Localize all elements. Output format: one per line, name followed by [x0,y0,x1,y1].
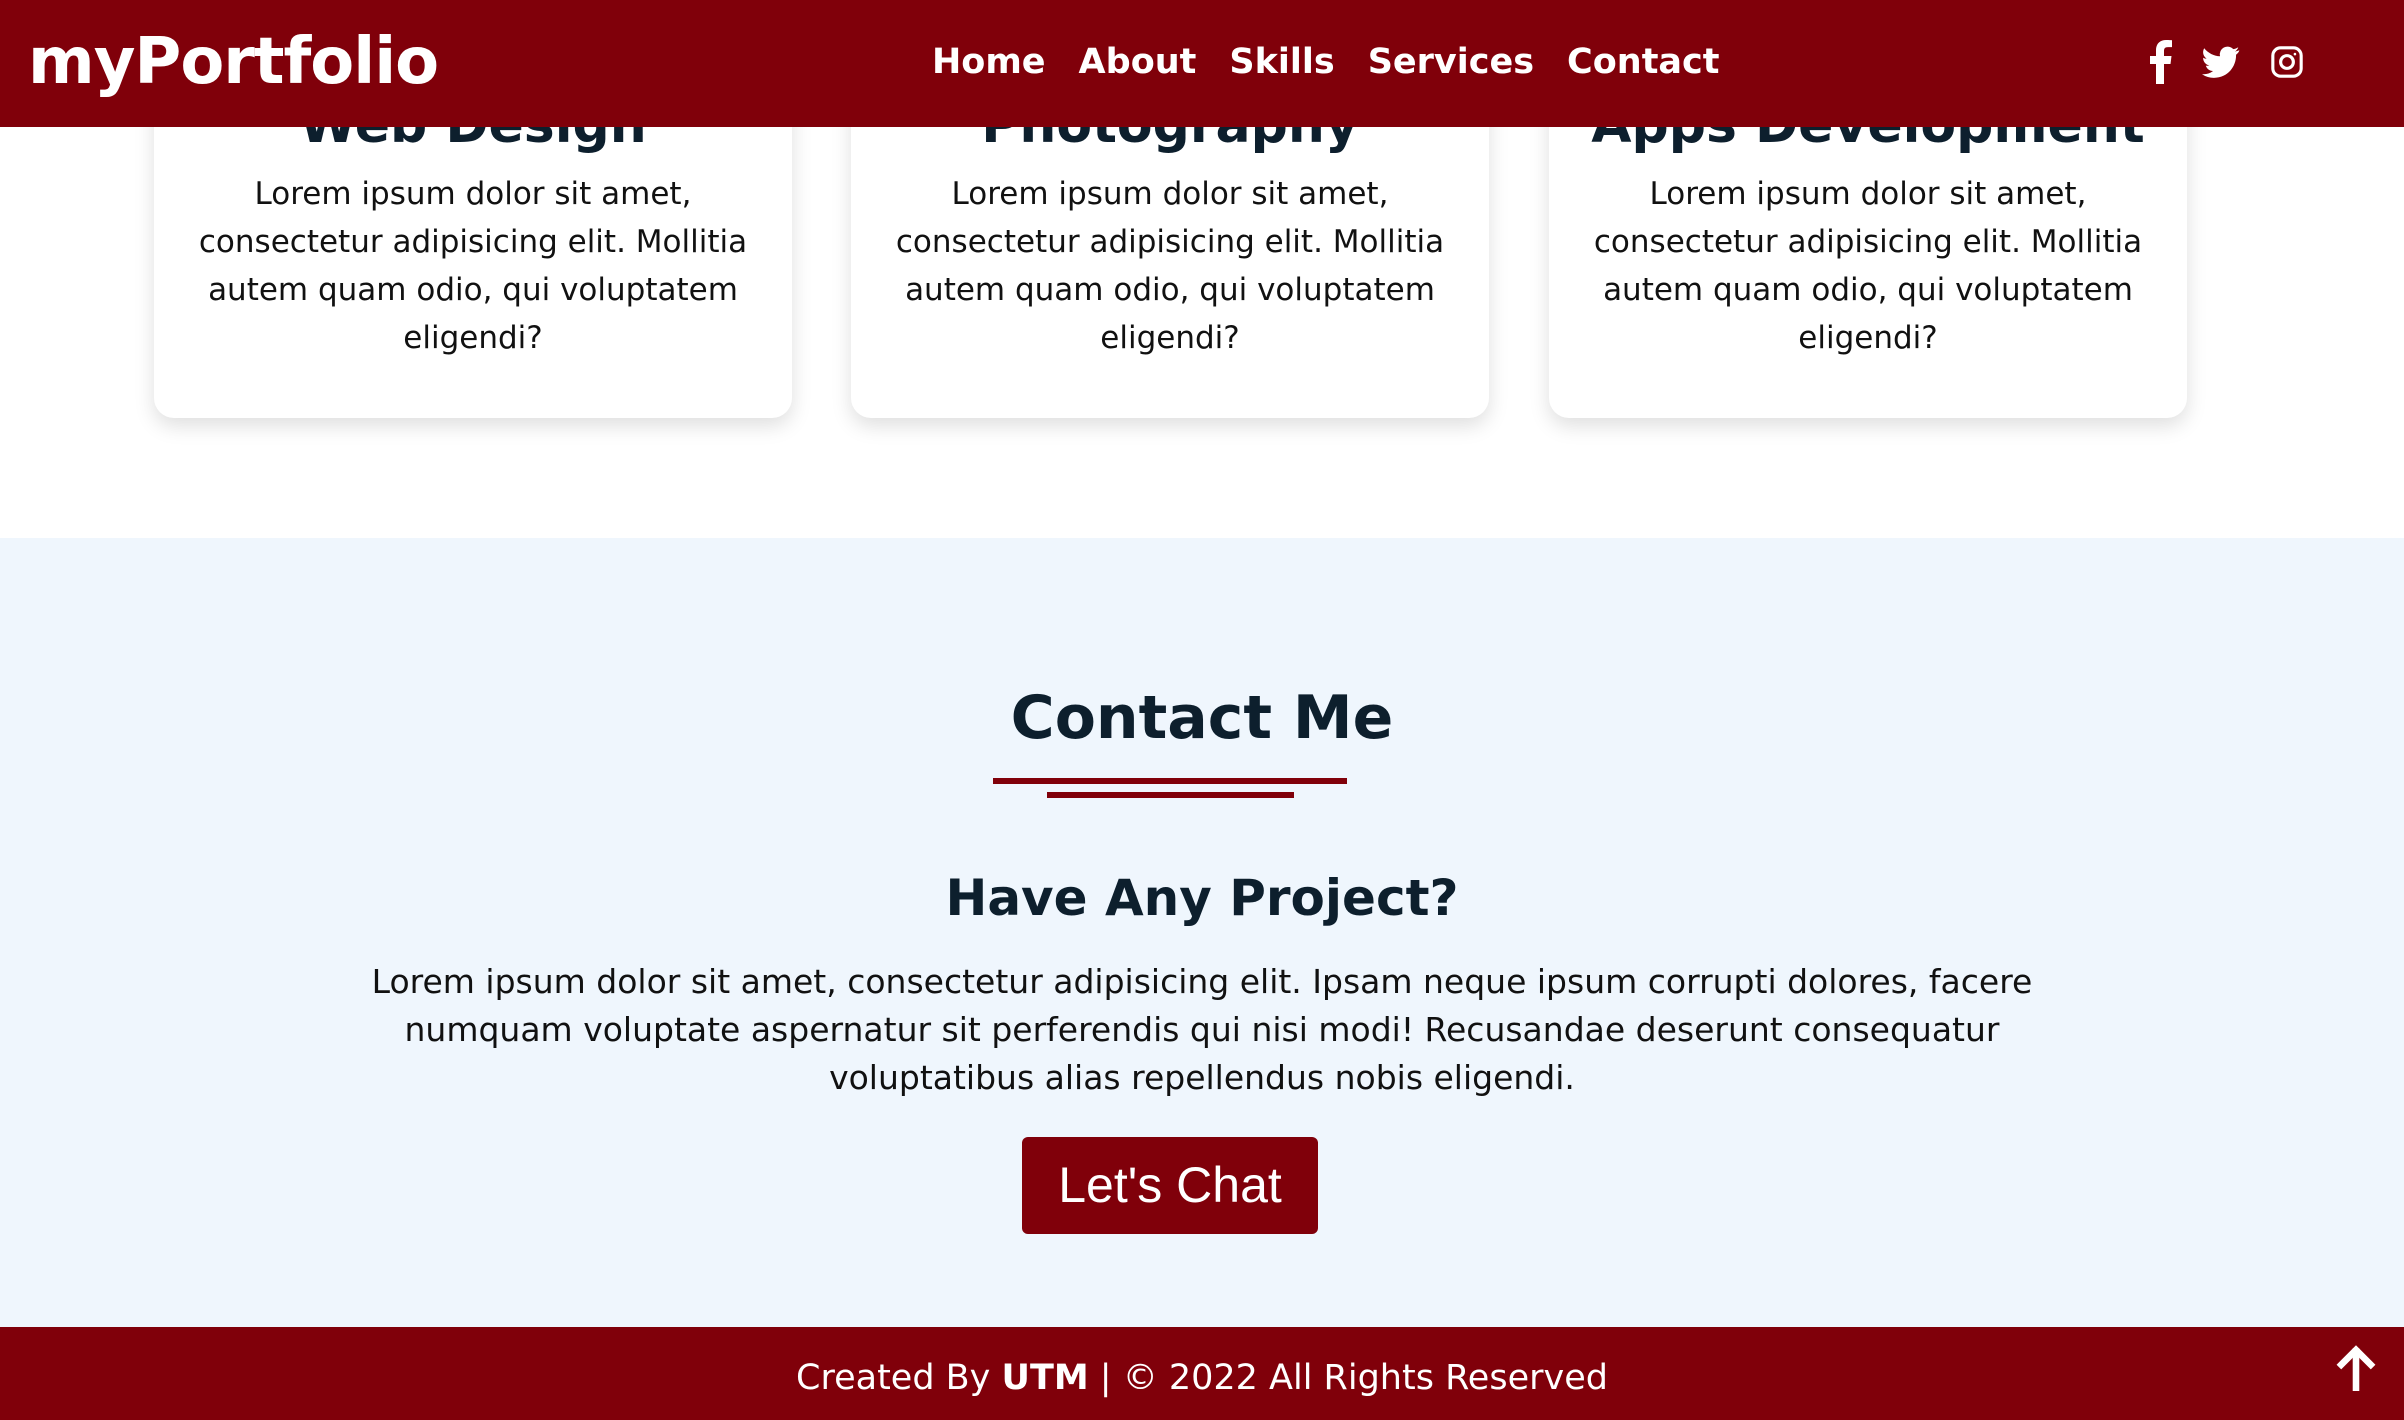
contact-subheading: Have Any Project? [945,869,1459,927]
service-card-text: Lorem ipsum dolor sit amet, consectetur … [895,176,1445,356]
nav-item: About [1079,36,1197,88]
service-card-text: Lorem ipsum dolor sit amet, consectetur … [1593,176,2143,356]
instagram-icon[interactable] [2270,40,2304,84]
nav-link-about[interactable]: About [1079,36,1197,88]
nav-item: Skills [1229,36,1334,88]
nav-link-home[interactable]: Home [932,36,1046,88]
footer-author: UTM [1001,1358,1089,1398]
section-title: Contact Me [1010,683,1394,753]
footer-prefix: Created By [796,1358,1002,1398]
nav-link-services[interactable]: Services [1368,36,1534,88]
nav-link-skills[interactable]: Skills [1229,36,1334,88]
contact-text: Lorem ipsum dolor sit amet, consectetur … [371,962,2033,1097]
footer-suffix: | © 2022 All Rights Reserved [1088,1358,1608,1398]
logo[interactable]: myPortfolio [28,22,439,102]
title-underline [1047,792,1294,798]
service-card-text: Lorem ipsum dolor sit amet, consectetur … [198,176,748,356]
lets-chat-button[interactable]: Let's Chat [1022,1137,1318,1234]
contact-section: Contact Me Have Any Project? Lorem ipsum… [0,538,2404,1327]
navbar: myPortfolio Home About Skills Services C… [0,0,2404,127]
footer: Created By UTM | © 2022 All Rights Reser… [0,1327,2404,1420]
twitter-icon[interactable] [2202,40,2240,84]
facebook-icon[interactable] [2150,40,2172,84]
nav-item: Home [932,36,1046,88]
arrow-up-icon[interactable] [2336,1345,2376,1391]
footer-text: Created By UTM | © 2022 All Rights Reser… [0,1353,2404,1403]
title-underline [993,778,1347,784]
nav-item: Contact [1567,36,1719,88]
nav-link-contact[interactable]: Contact [1567,36,1719,88]
nav-menu: Home About Skills Services Contact [932,36,1720,88]
social-links [2150,40,2304,84]
nav-item: Services [1368,36,1534,88]
